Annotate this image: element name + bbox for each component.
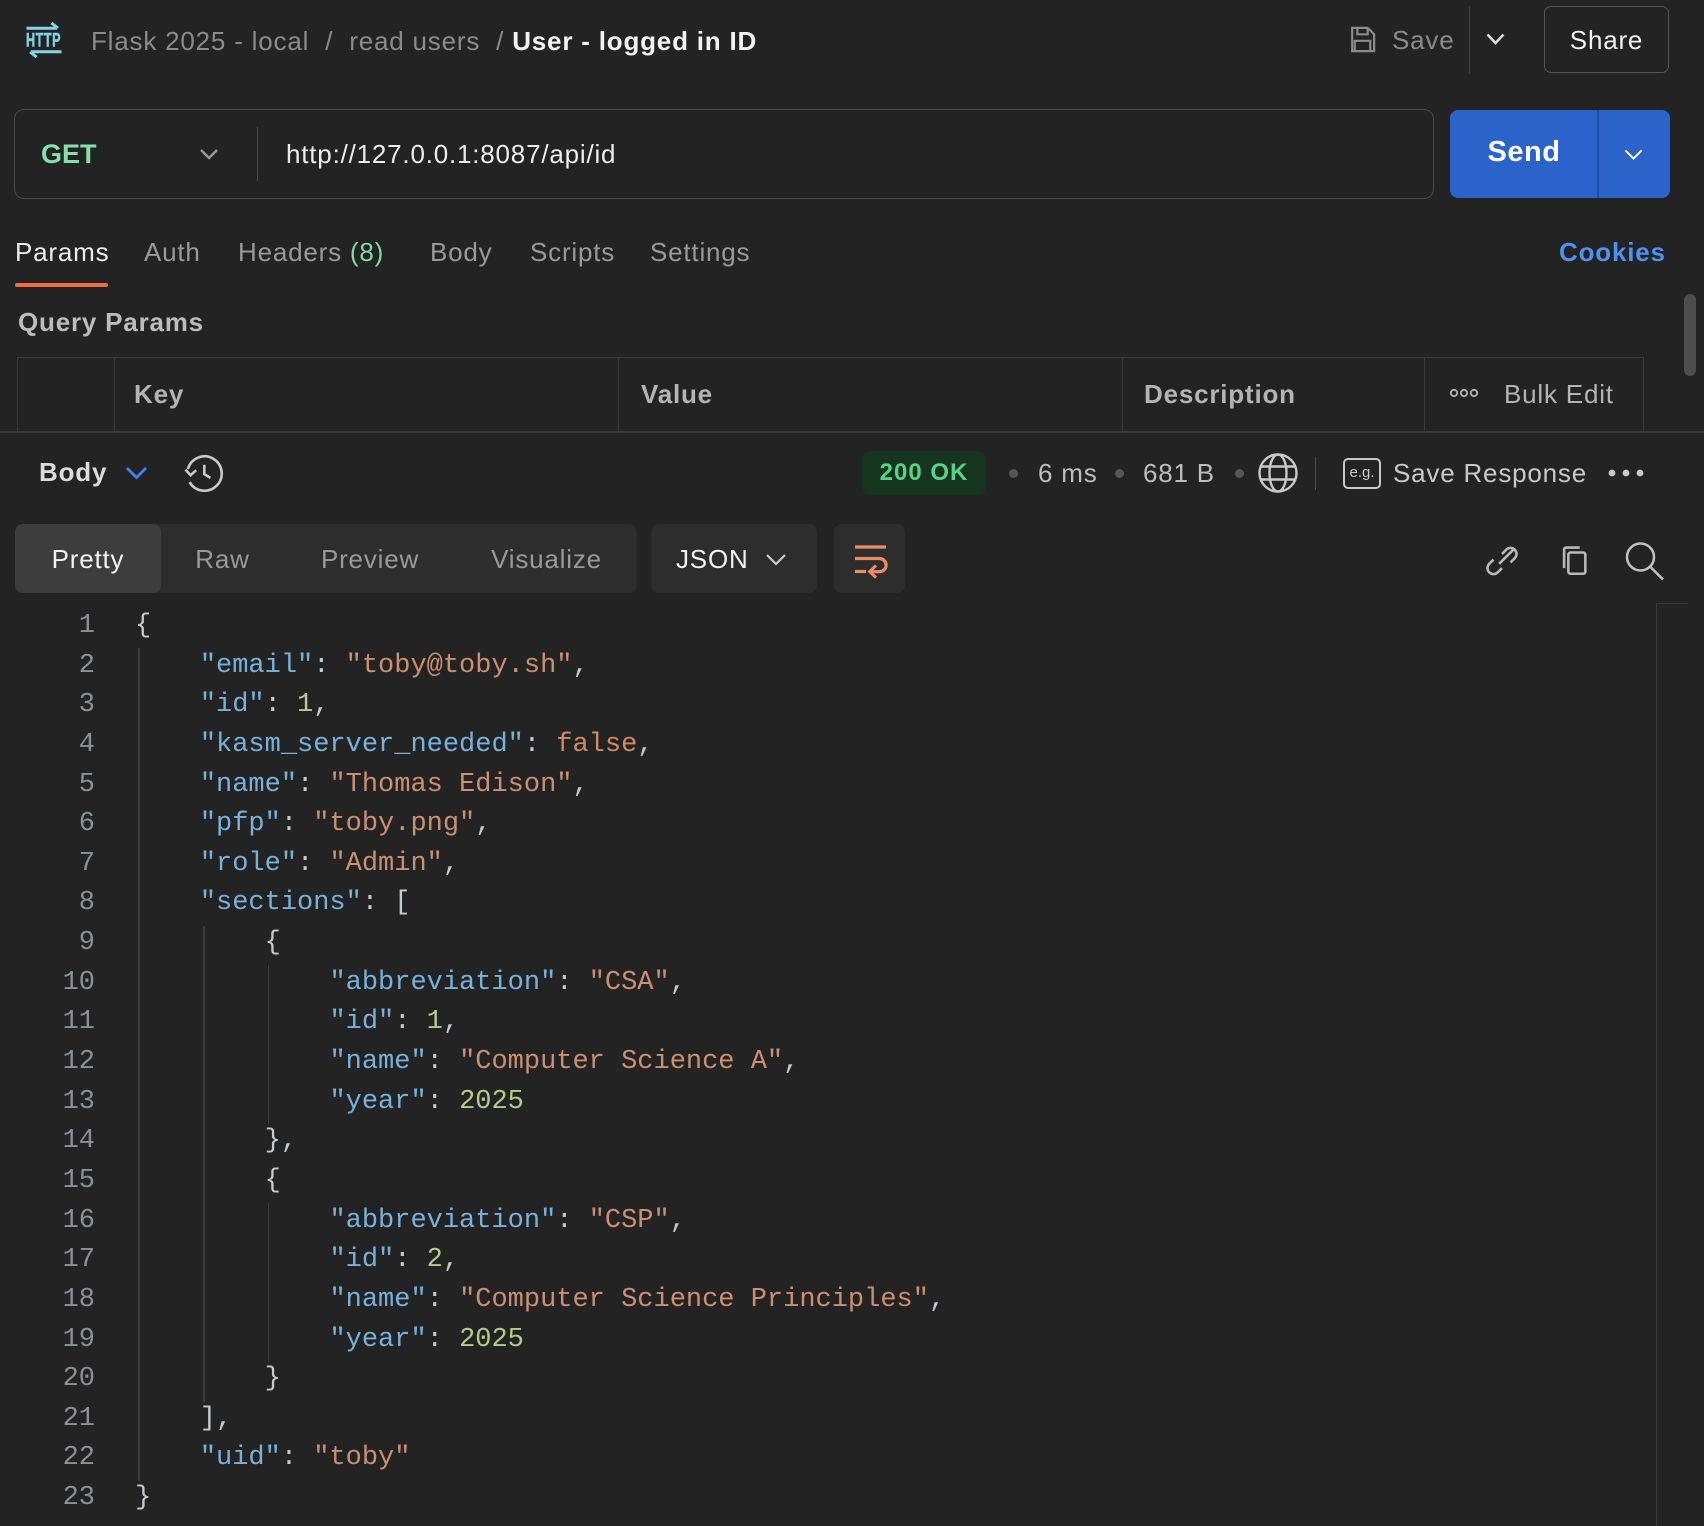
svg-text:HTTP: HTTP: [26, 31, 61, 52]
